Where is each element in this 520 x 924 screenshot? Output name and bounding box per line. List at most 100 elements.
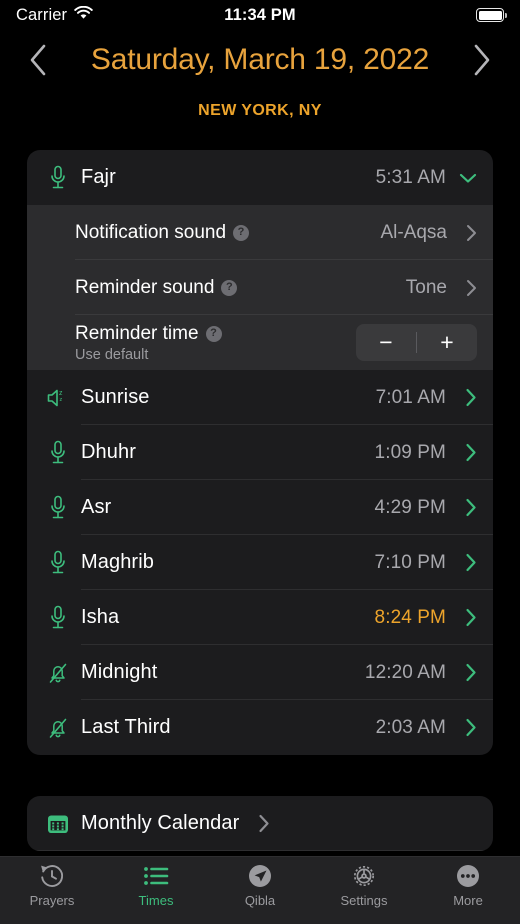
setting-label-wrap: Reminder sound ? <box>75 276 238 299</box>
status-bar-right <box>476 8 507 22</box>
prayer-row-dhuhr[interactable]: Dhuhr 1:09 PM <box>27 425 493 480</box>
setting-row-reminder-sound[interactable]: Reminder sound ? Tone <box>27 260 493 315</box>
microphone-icon <box>41 605 75 631</box>
status-bar-left: Carrier <box>16 5 93 25</box>
help-circle-icon[interactable]: ? <box>221 279 238 296</box>
wifi-icon <box>74 5 93 25</box>
date-navigation-header: Saturday, March 19, 2022 <box>0 32 520 88</box>
tab-label: More <box>453 893 483 908</box>
prayer-name: Asr <box>81 496 112 518</box>
setting-label: Reminder sound ? <box>75 276 238 299</box>
chevron-right-icon <box>455 388 477 407</box>
prayer-row-maghrib[interactable]: Maghrib 7:10 PM <box>27 535 493 590</box>
setting-label-wrap: Notification sound ? <box>75 221 250 244</box>
page-title: Saturday, March 19, 2022 <box>90 43 430 76</box>
prayer-times-card: Fajr 5:31 AM Notification sound ? Al-Aqs… <box>27 150 493 755</box>
chevron-right-icon <box>248 814 270 833</box>
tab-more[interactable]: More <box>416 862 520 908</box>
location-label: NEW YORK, NY <box>198 102 322 119</box>
tab-prayers[interactable]: Prayers <box>0 862 104 908</box>
tab-qibla[interactable]: Qibla <box>208 862 312 908</box>
setting-row-reminder-time: Reminder time ? Use default − + <box>27 315 493 370</box>
tab-label: Qibla <box>244 893 276 908</box>
chevron-right-icon <box>455 663 477 682</box>
setting-value: Al-Aqsa <box>380 221 447 243</box>
setting-label: Reminder time ? <box>75 323 222 345</box>
tab-label: Times <box>138 893 174 908</box>
row-divider <box>27 850 493 851</box>
monthly-calendar-row[interactable]: Monthly Calendar <box>27 796 493 851</box>
prayer-row-midnight[interactable]: Midnight 12:20 AM <box>27 645 493 700</box>
ellipsis-circle-icon <box>454 862 482 890</box>
calendar-icon <box>41 812 75 836</box>
prayer-time: 7:01 AM <box>375 386 446 408</box>
setting-label: Notification sound ? <box>75 221 250 244</box>
svg-text:z: z <box>59 390 63 397</box>
carrier-label: Carrier <box>16 5 68 24</box>
chevron-right-icon <box>457 224 477 242</box>
setting-sublabel: Use default <box>75 346 149 363</box>
next-day-button[interactable] <box>462 43 502 77</box>
setting-label-text: Reminder time <box>75 322 199 344</box>
help-circle-icon[interactable]: ? <box>205 325 222 342</box>
microphone-icon <box>41 495 75 521</box>
prayer-time: 2:03 AM <box>375 716 446 738</box>
microphone-icon <box>41 550 75 576</box>
monthly-calendar-label: Monthly Calendar <box>81 812 240 834</box>
prayer-row-fajr[interactable]: Fajr 5:31 AM <box>27 150 493 205</box>
prayer-time: 7:10 PM <box>374 551 446 573</box>
chevron-right-icon <box>455 553 477 572</box>
stepper-increment-button[interactable]: + <box>417 324 477 361</box>
chevron-right-icon <box>455 443 477 462</box>
tab-label: Settings <box>340 893 388 908</box>
svg-text:z: z <box>60 397 63 403</box>
bell-slash-icon <box>41 716 75 740</box>
clock-arrow-icon <box>38 862 66 890</box>
previous-day-button[interactable] <box>18 43 58 77</box>
gear-icon <box>350 862 378 890</box>
setting-label-wrap: Reminder time ? Use default <box>75 323 222 363</box>
prayer-name: Midnight <box>81 661 158 683</box>
list-icon <box>142 862 170 890</box>
compass-arrow-icon <box>246 862 274 890</box>
chevron-right-icon <box>457 279 477 297</box>
prayer-row-last-third[interactable]: Last Third 2:03 AM <box>27 700 493 755</box>
reminder-time-stepper[interactable]: − + <box>356 324 477 361</box>
tab-times[interactable]: Times <box>104 862 208 908</box>
chevron-down-icon[interactable] <box>455 172 477 184</box>
prayer-time: 4:29 PM <box>374 496 446 518</box>
chevron-right-icon <box>455 718 477 737</box>
bell-slash-icon <box>41 661 75 685</box>
chevron-left-icon <box>30 44 46 76</box>
prayer-time: 8:24 PM <box>374 606 446 628</box>
microphone-icon <box>41 165 75 191</box>
speaker-silent-icon: z z <box>41 387 75 409</box>
prayer-time: 5:31 AM <box>375 166 446 188</box>
prayer-row-asr[interactable]: Asr 4:29 PM <box>27 480 493 535</box>
setting-value: Tone <box>405 276 447 298</box>
tab-settings[interactable]: Settings <box>312 862 416 908</box>
battery-full-icon <box>476 8 507 22</box>
chevron-right-icon <box>455 608 477 627</box>
stepper-decrement-button[interactable]: − <box>356 324 416 361</box>
tab-label: Prayers <box>29 893 75 908</box>
prayer-name: Last Third <box>81 716 171 738</box>
prayer-name: Sunrise <box>81 386 150 408</box>
microphone-icon <box>41 440 75 466</box>
prayer-row-isha[interactable]: Isha 8:24 PM <box>27 590 493 645</box>
prayer-name: Isha <box>81 606 120 628</box>
setting-row-notification-sound[interactable]: Notification sound ? Al-Aqsa <box>27 205 493 260</box>
prayer-time: 1:09 PM <box>374 441 446 463</box>
fajr-settings-group: Notification sound ? Al-Aqsa Reminder so… <box>27 205 493 370</box>
monthly-calendar-card: Monthly Calendar <box>27 796 493 851</box>
prayer-name: Fajr <box>81 166 116 188</box>
prayer-name: Maghrib <box>81 551 154 573</box>
prayer-time: 12:20 AM <box>364 661 446 683</box>
prayer-name: Dhuhr <box>81 441 136 463</box>
chevron-right-icon <box>474 44 490 76</box>
setting-label-text: Reminder sound <box>75 276 215 298</box>
setting-label-text: Notification sound <box>75 221 227 243</box>
prayer-row-sunrise[interactable]: z z Sunrise 7:01 AM <box>27 370 493 425</box>
status-bar: Carrier 11:34 PM <box>0 0 520 30</box>
help-circle-icon[interactable]: ? <box>233 224 250 241</box>
